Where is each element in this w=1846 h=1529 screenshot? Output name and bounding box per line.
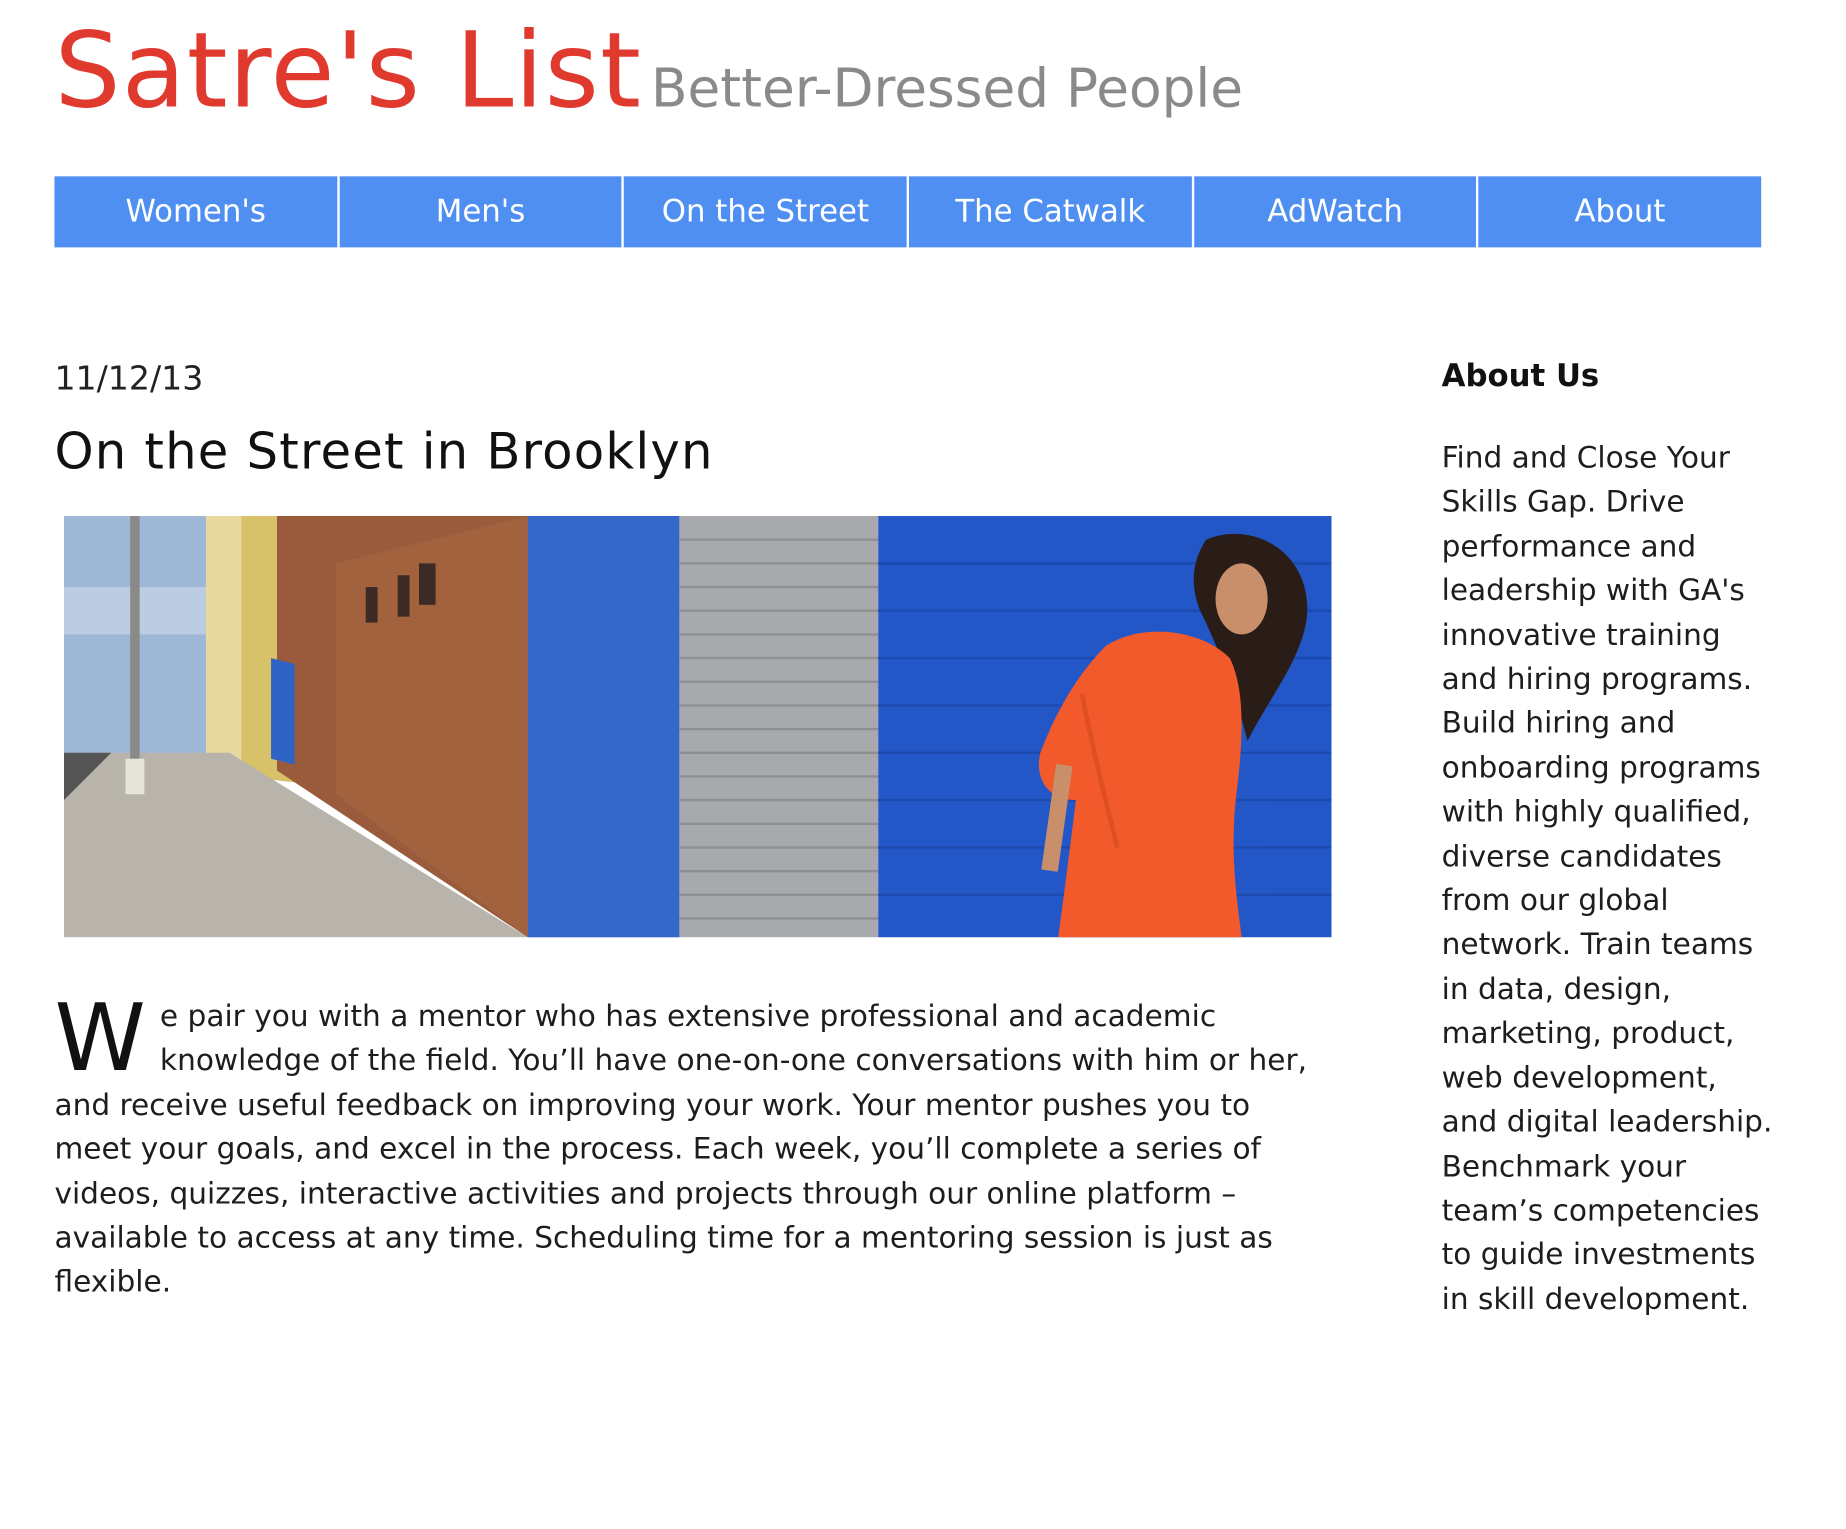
post-body: W e pair you with a mentor who has exten… [54,985,1332,1304]
sidebar: About Us Find and Close Your Skills Gap.… [1442,343,1773,1321]
sidebar-title: About Us [1441,358,1600,395]
masthead: Satre's List Better-Dressed People [54,0,1782,142]
street-photo [63,516,1332,938]
site-title[interactable]: Satre's List [54,0,642,142]
drop-cap: W [54,985,146,1093]
nav-item-on-the-street[interactable]: On the Street [624,176,910,248]
sidebar-text: Find and Close Your Skills Gap. Drive pe… [1441,440,1773,1316]
nav-item-mens[interactable]: Men's [339,176,625,248]
photo-lamppost [130,516,140,765]
post-title: On the Street in Brooklyn [54,422,714,481]
site-tagline: Better-Dressed People [650,56,1244,120]
post-body-text: e pair you with a mentor who has extensi… [54,998,1308,1299]
nav-item-about[interactable]: About [1479,176,1761,247]
nav-item-womens[interactable]: Women's [54,176,340,248]
article: 11/12/13 On the Street in Brooklyn W e p… [54,343,1332,1299]
hero-image [63,516,1332,938]
photo-garage-door [679,516,879,938]
main-nav: Women's Men's On the Street The Catwalk … [54,176,1762,248]
post-date: 11/12/13 [54,358,204,398]
page: Satre's List Better-Dressed People Women… [0,0,1846,1529]
nav-item-adwatch[interactable]: AdWatch [1194,176,1479,248]
nav-item-the-catwalk[interactable]: The Catwalk [909,176,1194,248]
